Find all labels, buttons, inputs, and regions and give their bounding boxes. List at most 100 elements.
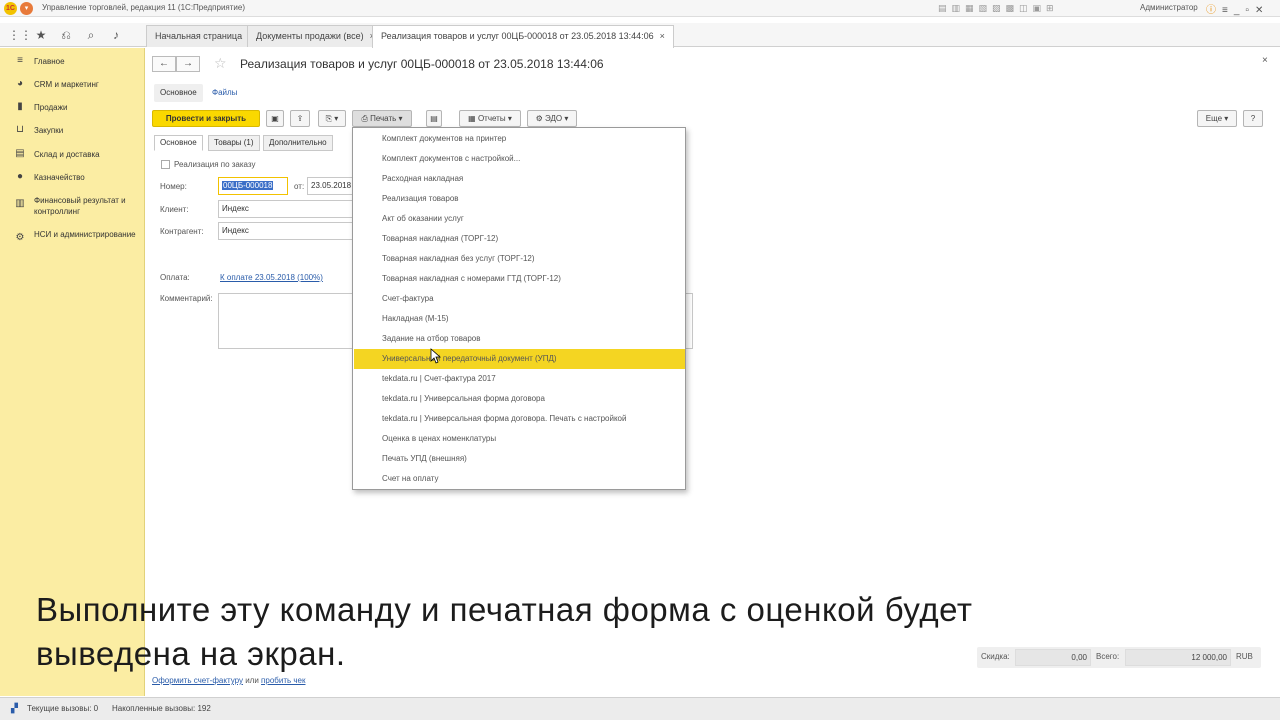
back-button[interactable]: ← [152,56,176,72]
status-bar: ▞ Текущие вызовы: 0 Накопленные вызовы: … [0,697,1280,720]
totals-panel: Скидка: 0,00 Всего: 12 000,00 RUB [977,647,1261,668]
print-menu-item[interactable]: Накладная (М-15) [354,309,685,329]
more-button-label: Еще [1205,114,1223,123]
search-icon[interactable]: ⌕ [83,27,99,43]
number-field[interactable]: 00ЦБ-000018 [218,177,288,195]
client-label: Клиент: [160,205,189,214]
forward-button[interactable]: → [176,56,200,72]
or-text: или [245,676,259,685]
sidebar-item-label: Главное [34,57,65,66]
main-menu-icon[interactable]: ▾ [20,2,33,15]
print-menu-item[interactable]: Задание на отбор товаров [354,329,685,349]
reports-button[interactable]: ▦ Отчеты ▾ [459,110,521,127]
create-based-on-icon[interactable]: ⎘ ▾ [318,110,346,127]
server-calls-icon: ▞ [11,703,18,713]
accumulated-calls: Накопленные вызовы: 192 [112,704,211,713]
close-tab-icon[interactable]: × [660,31,665,41]
gear-icon: ⚙ [15,232,25,243]
cart-icon: ⊔ [16,124,24,135]
bell-icon[interactable]: ♪ [108,27,124,43]
favorite-star-icon[interactable]: ☆ [214,55,227,72]
chevron-down-icon: ▾ [1222,114,1229,123]
more-button[interactable]: Еще ▾ [1197,110,1237,127]
1c-logo-icon: 1С [4,2,17,15]
print-menu-item[interactable]: Товарная накладная без услуг (ТОРГ-12) [354,249,685,269]
print-receipt-link[interactable]: пробить чек [261,676,305,685]
sidebar-item-label: Казначейство [34,173,85,182]
total-label: Всего: [1096,652,1120,661]
by-order-checkbox[interactable] [161,160,170,169]
info-icon[interactable]: ⓘ [1206,5,1222,16]
tab-extra[interactable]: Дополнительно [263,135,333,151]
number-label: Номер: [160,182,187,191]
tab-sales-documents[interactable]: Документы продажи (все)× [247,25,384,47]
print-button-label: Печать [370,114,397,123]
print-menu-item[interactable]: Печать УПД (внешняя) [354,449,685,469]
structure-icon[interactable]: ▤ [426,110,442,127]
print-menu-item[interactable]: Расходная накладная [354,169,685,189]
contractor-field[interactable]: Индекс [218,222,353,240]
title-bar: 1С ▾ Управление торговлей, редакция 11 (… [0,0,1280,17]
help-button[interactable]: ? [1243,110,1263,127]
post-icon[interactable]: ⇪ [290,110,310,127]
print-menu-item[interactable]: Оценка в ценах номенклатуры [354,429,685,449]
list-icon: ≡ [17,55,23,66]
bottom-links: Оформить счет-фактуру или пробить чек [152,676,306,685]
chevron-down-icon: ▾ [396,114,403,123]
payment-link[interactable]: К оплате 23.05.2018 (100%) [220,273,323,282]
sidebar-item-label: НСИ и администрирование [34,230,136,239]
print-menu-item[interactable]: tekdata.ru | Универсальная форма договор… [354,389,685,409]
date-field[interactable]: 23.05.2018 [307,177,353,195]
app-window: 1С ▾ Управление торговлей, редакция 11 (… [0,0,1280,720]
sidebar-item-label: Закупки [34,126,64,135]
print-menu-item[interactable]: tekdata.ru | Счет-фактура 2017 [354,369,685,389]
sidebar-item-label: Продажи [34,103,68,112]
by-order-label: Реализация по заказу [174,160,256,169]
tab-home[interactable]: Начальная страница [146,25,252,47]
save-icon[interactable]: ▣ [266,110,284,127]
close-form-icon[interactable]: × [1262,55,1268,66]
post-and-close-button[interactable]: Провести и закрыть [152,110,260,127]
payment-label: Оплата: [160,273,190,282]
app-title: Управление торговлей, редакция 11 (1С:Пр… [42,3,246,12]
reports-icon: ▦ [468,114,478,123]
contractor-label: Контрагент: [160,227,204,236]
mouse-cursor-icon [430,348,442,364]
tab-label: Реализация товаров и услуг 00ЦБ-000018 о… [381,31,654,41]
tab-main[interactable]: Основное [154,135,203,151]
caption-line-1: Выполните эту команду и печатная форма с… [36,591,973,628]
print-menu-item[interactable]: Реализация товаров [354,189,685,209]
total-value: 12 000,00 [1125,649,1231,666]
chevron-down-icon: ▾ [562,114,569,123]
create-invoice-link[interactable]: Оформить счет-фактуру [152,676,243,685]
tab-goods[interactable]: Товары (1) [208,135,260,151]
print-menu-item[interactable]: Счет на оплату [354,469,685,489]
treasury-icon: ● [16,171,24,182]
favorites-star-icon[interactable]: ★ [33,27,49,43]
print-menu-item[interactable]: Товарная накладная с номерами ГТД (ТОРГ-… [354,269,685,289]
tab-sales-document-form[interactable]: Реализация товаров и услуг 00ЦБ-000018 о… [372,25,674,48]
printer-icon: ⎙ [361,114,371,123]
tab-bar: ⋮⋮ ★ ⎌ ⌕ ♪ Начальная страница Документы … [0,23,1280,48]
date-from-label: от: [294,182,305,191]
edo-button[interactable]: ⚙ ЭДО ▾ [527,110,577,127]
subtab-files[interactable]: Файлы [206,84,243,102]
print-menu-item[interactable]: Товарная накладная (ТОРГ-12) [354,229,685,249]
print-menu-item[interactable]: Комплект документов с настройкой... [354,149,685,169]
user-name[interactable]: Администратор [1140,3,1198,12]
caption-overlay: Выполните эту команду и печатная форма с… [36,588,972,676]
window-controls[interactable]: ⓘ≡_▫✕ [1206,1,1269,16]
print-menu-item[interactable]: Комплект документов на принтер [354,129,685,149]
titlebar-tools-icon[interactable]: ▤▥▦▧▨▩◫▣⊞ [938,3,1059,14]
subtab-main[interactable]: Основное [154,84,203,102]
print-menu-item[interactable]: Акт об оказании услуг [354,209,685,229]
print-menu-item[interactable]: tekdata.ru | Универсальная форма договор… [354,409,685,429]
print-menu-item[interactable]: Счет-фактура [354,289,685,309]
client-field[interactable]: Индекс [218,200,353,218]
print-button[interactable]: ⎙ Печать ▾ [352,110,412,127]
currency-label: RUB [1236,652,1253,661]
caption-line-2: выведена на экран. [36,635,346,672]
history-icon[interactable]: ⎌ [58,27,74,43]
print-menu-item-upd[interactable]: Универсальный передаточный документ (УПД… [354,349,685,369]
apps-grid-icon[interactable]: ⋮⋮ [8,27,32,43]
